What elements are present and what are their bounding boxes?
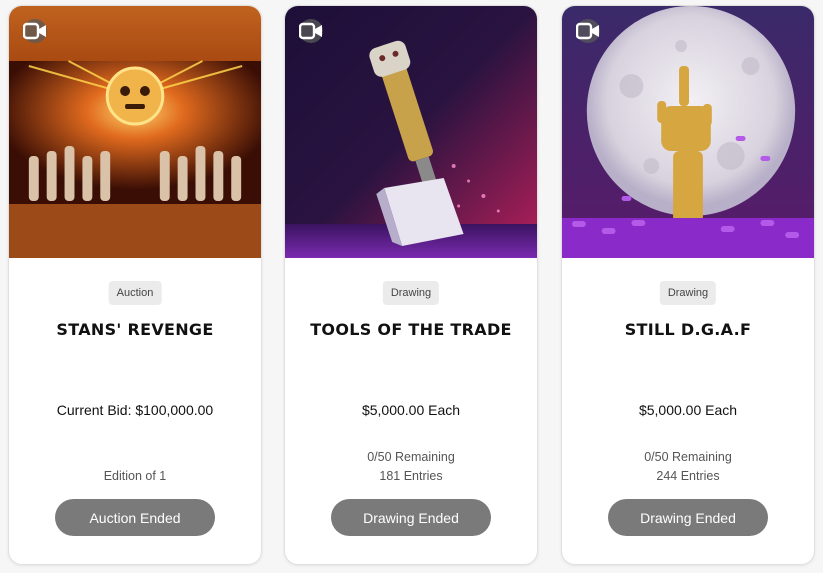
artwork-still-dgaf bbox=[562, 6, 814, 258]
artwork-tools-of-the-trade bbox=[285, 6, 537, 258]
drawing-ended-button[interactable]: Drawing Ended bbox=[331, 499, 491, 536]
card-body: Drawing TOOLS OF THE TRADE $5,000.00 Eac… bbox=[285, 258, 537, 564]
sale-type-tag: Drawing bbox=[659, 281, 717, 305]
price-text: Current Bid: $100,000.00 bbox=[56, 402, 214, 418]
drawing-ended-button[interactable]: Drawing Ended bbox=[608, 499, 768, 536]
card-title[interactable]: STANS' REVENGE bbox=[9, 320, 261, 339]
artwork-video[interactable] bbox=[9, 6, 261, 258]
artwork-video[interactable] bbox=[562, 6, 814, 258]
nft-card-still-dgaf[interactable]: Drawing STILL D.G.A.F $5,000.00 Each 0/5… bbox=[561, 5, 815, 565]
drawing-stats: 0/50 Remaining 244 Entries bbox=[562, 448, 814, 486]
card-title[interactable]: TOOLS OF THE TRADE bbox=[285, 320, 537, 339]
video-camera-icon bbox=[299, 19, 323, 43]
entries-count: 244 Entries bbox=[656, 469, 720, 483]
nft-card-tools-of-the-trade[interactable]: Drawing TOOLS OF THE TRADE $5,000.00 Eac… bbox=[284, 5, 538, 565]
video-camera-icon bbox=[576, 19, 600, 43]
price-text: $5,000.00 Each bbox=[638, 402, 738, 418]
remaining-count: 0/50 Remaining bbox=[367, 450, 455, 464]
artwork-stans-revenge bbox=[9, 6, 261, 258]
sale-type-tag: Auction bbox=[108, 281, 162, 305]
auction-ended-button[interactable]: Auction Ended bbox=[55, 499, 215, 536]
remaining-count: 0/50 Remaining bbox=[644, 450, 732, 464]
price-text: $5,000.00 Each bbox=[361, 402, 461, 418]
sale-type-tag: Drawing bbox=[382, 281, 440, 305]
artwork-video[interactable] bbox=[285, 6, 537, 258]
entries-count: 181 Entries bbox=[379, 469, 443, 483]
drawing-stats: 0/50 Remaining 181 Entries bbox=[285, 448, 537, 486]
edition-info: Edition of 1 bbox=[9, 467, 261, 486]
nft-card-stans-revenge[interactable]: Auction STANS' REVENGE Current Bid: $100… bbox=[8, 5, 262, 565]
card-body: Auction STANS' REVENGE Current Bid: $100… bbox=[9, 258, 261, 564]
video-camera-icon bbox=[23, 19, 47, 43]
card-body: Drawing STILL D.G.A.F $5,000.00 Each 0/5… bbox=[562, 258, 814, 564]
card-title[interactable]: STILL D.G.A.F bbox=[562, 320, 814, 339]
meta-line: Edition of 1 bbox=[103, 469, 167, 483]
